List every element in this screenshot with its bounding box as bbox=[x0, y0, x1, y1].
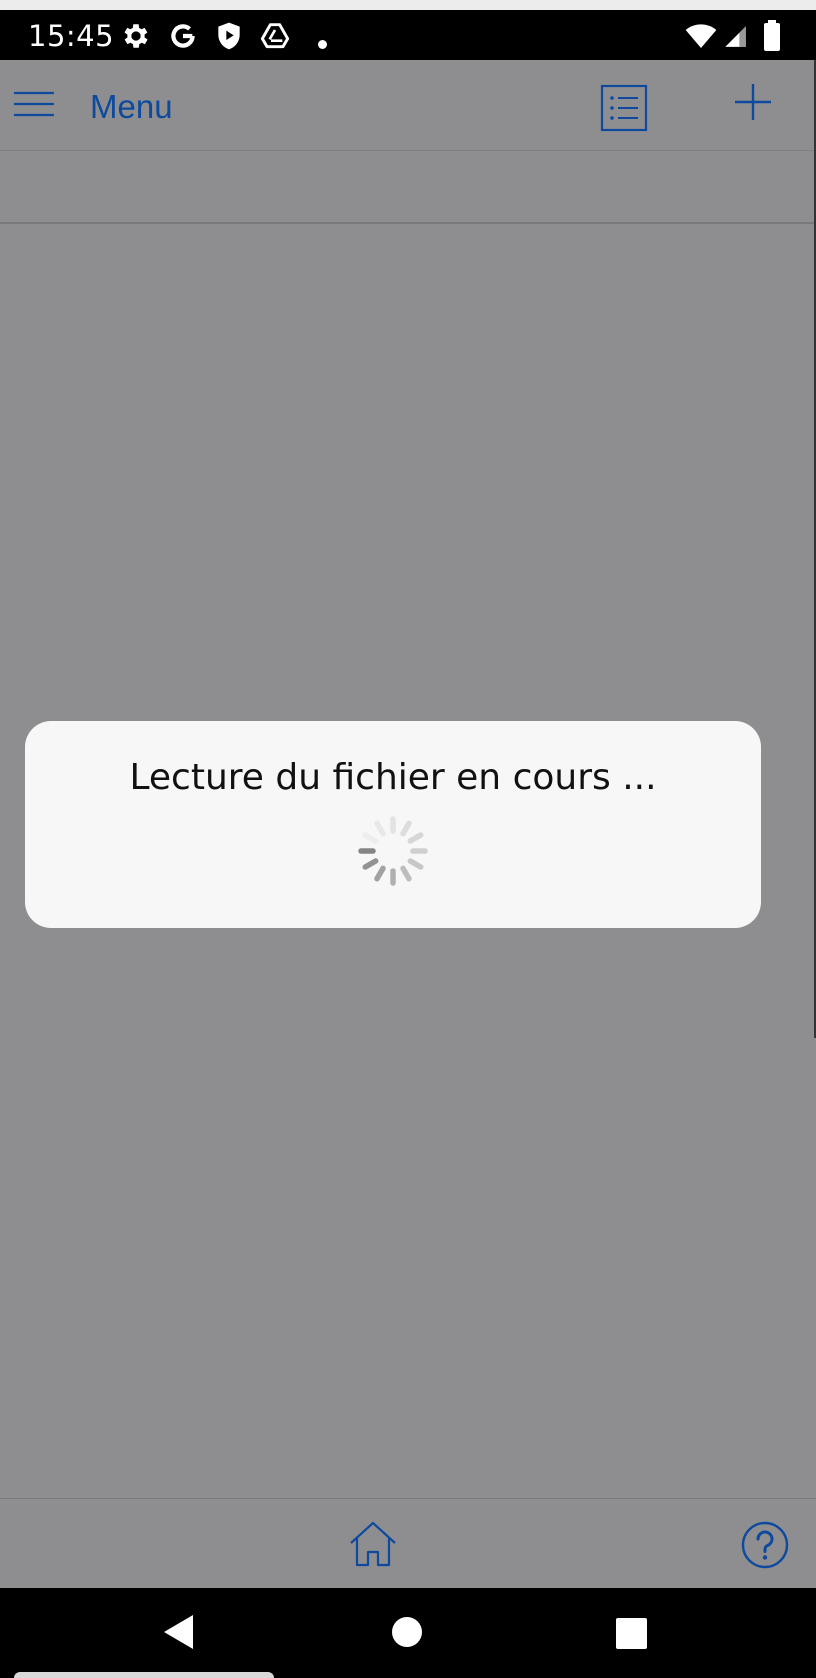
help-icon[interactable] bbox=[740, 1520, 790, 1570]
top-strip bbox=[0, 0, 816, 10]
system-nav-bar bbox=[0, 1588, 816, 1678]
app-header: Menu bbox=[0, 60, 816, 151]
list-icon[interactable] bbox=[600, 84, 648, 132]
plus-icon[interactable] bbox=[733, 82, 773, 122]
sub-header-bar bbox=[0, 151, 816, 224]
battery-icon bbox=[760, 20, 784, 52]
hamburger-icon[interactable] bbox=[14, 90, 54, 120]
google-icon bbox=[167, 20, 199, 52]
cell-signal-icon bbox=[722, 20, 748, 52]
home-circle-icon[interactable] bbox=[392, 1617, 422, 1647]
home-icon[interactable] bbox=[348, 1519, 398, 1569]
status-bar: 15:45 bbox=[0, 10, 816, 60]
recents-icon[interactable] bbox=[616, 1618, 647, 1649]
gesture-pill bbox=[14, 1672, 274, 1678]
wifi-icon bbox=[684, 20, 718, 52]
drive-icon bbox=[259, 20, 291, 52]
back-icon[interactable] bbox=[160, 1612, 200, 1652]
menu-label[interactable]: Menu bbox=[90, 88, 173, 126]
spinner-icon bbox=[355, 813, 431, 889]
loading-message: Lecture du fichier en cours ... bbox=[129, 757, 657, 798]
bottom-toolbar bbox=[0, 1498, 816, 1588]
gear-icon bbox=[120, 20, 152, 52]
status-time: 15:45 bbox=[28, 19, 115, 53]
shield-play-icon bbox=[213, 20, 245, 52]
notification-dot bbox=[318, 40, 327, 49]
loading-dialog: Lecture du fichier en cours ... bbox=[25, 721, 761, 928]
